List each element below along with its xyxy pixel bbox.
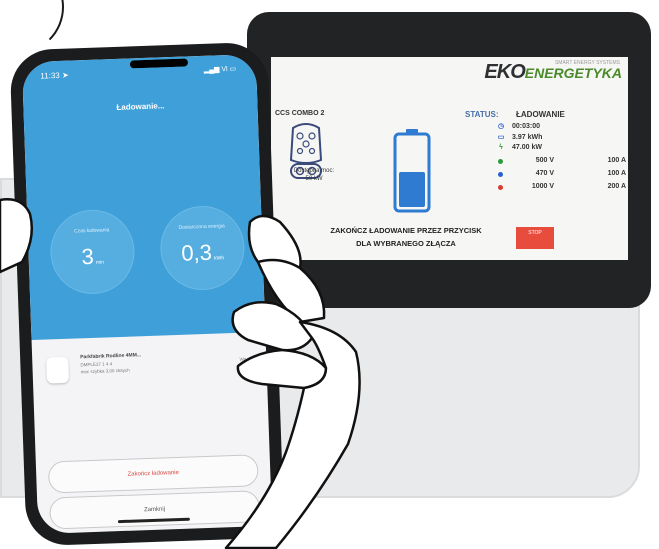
device-name: Parkfabrik Rodline 4MM... — [80, 352, 142, 361]
phase-dot-icon — [498, 185, 503, 190]
charging-time-value: 3 min — [51, 242, 134, 271]
status-value: ŁADOWANIE — [516, 110, 565, 119]
status-network: Vl — [221, 66, 228, 74]
energy-delivered-card: Dostarczona energia 0,3 kWh — [158, 204, 246, 292]
location-icon: ➤ — [61, 70, 69, 80]
battery-icon: ▭ — [497, 134, 505, 141]
reading-power: ϟ 47.00 kW — [496, 144, 542, 151]
energy-delivered-label: Dostarczona energia — [178, 223, 225, 231]
charging-time-label: Czas ładowania — [74, 227, 110, 235]
phase-dot-icon — [498, 172, 503, 177]
logo-eko: EKO — [484, 61, 525, 83]
page-title: Ładowanie... — [116, 101, 165, 112]
bolt-icon: ϟ — [499, 144, 503, 151]
finish-instruction: ZAKOŃCZ ŁADOWANIE PRZEZ PRZYCISK DLA WYB… — [281, 224, 531, 250]
phase-current: 200 A — [607, 183, 626, 190]
device-price: moc szybka 3,00 złotych — [80, 367, 130, 375]
clock-icon: ◷ — [497, 123, 505, 130]
available-power-label: Dostępna moc: — [293, 168, 335, 174]
logo-energetyka: ENERGETYKA — [524, 65, 622, 81]
phase-current: 100 A — [607, 157, 626, 164]
phase-voltage: 500 V — [535, 157, 554, 164]
available-power: Dostępna moc: 50 kW — [274, 167, 354, 183]
charger-device-icon — [46, 356, 70, 384]
connector-label: CCS COMBO 2 — [275, 110, 325, 117]
charger-screen: SMART ENERGY SYSTEMS EKOENERGETYKA CCS C… — [271, 57, 628, 260]
reading-energy: ▭ 3.97 kWh — [496, 133, 543, 141]
energy-delivered-value: 0,3 kWh — [161, 239, 244, 268]
phase-current: 100 A — [607, 170, 626, 177]
finish-instruction-line2: DLA WYBRANEGO ZŁĄCZA — [356, 239, 456, 248]
reading-energy-value: 3.97 kWh — [512, 134, 543, 141]
status-right-icons: ▂▄▆ Vl ▭ — [203, 65, 237, 74]
energy-delivered-unit: kWh — [213, 255, 225, 262]
finish-instruction-line1: ZAKOŃCZ ŁADOWANIE PRZEZ PRZYCISK — [330, 226, 482, 235]
device-id: DMPLE37 1 4 4 — [80, 361, 113, 368]
logo-tagline: SMART ENERGY SYSTEMS — [554, 60, 620, 66]
status-label: STATUS: — [465, 110, 499, 119]
phase-voltage: 1000 V — [531, 183, 554, 190]
decorative-arc — [0, 0, 64, 54]
battery-level-icon — [393, 129, 431, 213]
stop-button[interactable]: STOP — [516, 227, 554, 249]
reading-time-value: 00:03:00 — [512, 123, 541, 130]
finish-charging-button[interactable]: Zakończ ładowanie — [47, 454, 259, 494]
phone: 11:33 ➤ ▂▄▆ Vl ▭ Ładowanie... Czas ładow… — [9, 41, 285, 547]
charging-header: 11:33 ➤ ▂▄▆ Vl ▭ Ładowanie... Czas ładow… — [21, 54, 266, 341]
ekoenergetyka-logo: SMART ENERGY SYSTEMS EKOENERGETYKA — [484, 60, 622, 84]
device-right-info: Wn — [239, 356, 247, 362]
charging-time-number: 3 — [81, 243, 95, 270]
reading-time: ◷ 00:03:00 — [496, 122, 540, 130]
close-button[interactable]: Zamknij — [49, 490, 261, 530]
charging-time-card: Czas ładowania 3 min — [49, 208, 136, 296]
energy-delivered-number: 0,3 — [180, 239, 213, 266]
charging-time-unit: min — [95, 259, 105, 266]
reading-power-value: 47.00 kW — [512, 144, 542, 151]
phone-screen: 11:33 ➤ ▂▄▆ Vl ▭ Ładowanie... Czas ładow… — [21, 54, 273, 534]
status-time: 11:33 — [40, 70, 60, 81]
charger-device-item[interactable]: Parkfabrik Rodline 4MM... DMPLE37 1 4 4 … — [46, 346, 257, 397]
phase-voltage: 470 V — [535, 170, 554, 177]
available-power-value: 50 kW — [305, 176, 323, 182]
phase-dot-icon — [498, 159, 503, 164]
